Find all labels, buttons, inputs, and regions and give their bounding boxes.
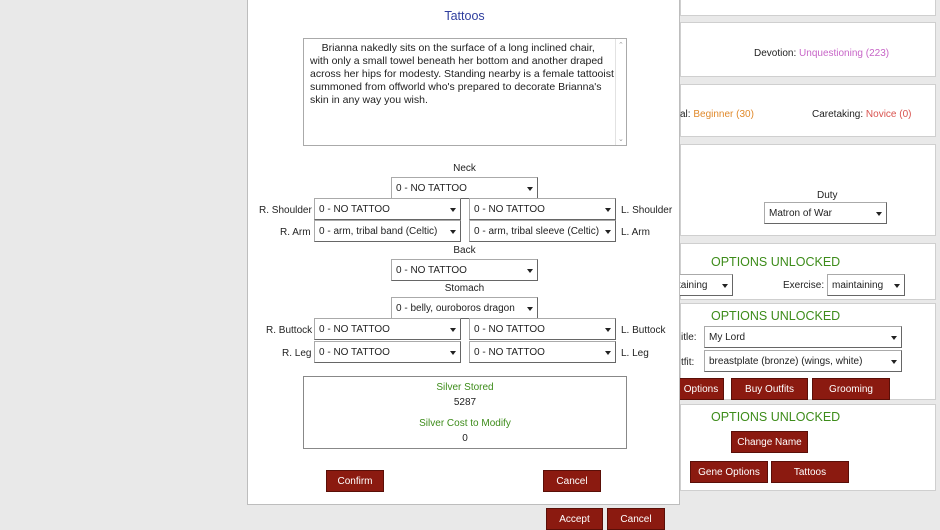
r-buttock-value: 0 - NO TATTOO [319, 323, 390, 335]
change-name-button[interactable]: Change Name [731, 431, 808, 453]
tattoos-modal: Tattoos Brianna nakedly sits on the surf… [247, 0, 680, 505]
chevron-down-icon [450, 208, 456, 212]
silver-cost-label: Silver Cost to Modify [419, 418, 511, 429]
l-shoulder-value: 0 - NO TATTOO [474, 203, 545, 215]
outfit-label: tfit: [681, 357, 695, 368]
neck-value: 0 - NO TATTOO [396, 182, 467, 194]
chevron-down-icon [450, 230, 456, 234]
stomach-label: Stomach [444, 283, 485, 294]
chevron-down-icon [527, 187, 533, 191]
chevron-down-icon [891, 360, 897, 364]
diet-select[interactable]: taining [673, 274, 733, 296]
devotion-value: Unquestioning (223) [799, 48, 890, 59]
neck-label: Neck [453, 163, 476, 174]
r-leg-value: 0 - NO TATTOO [319, 346, 390, 358]
description-text: Brianna nakedly sits on the surface of a… [310, 42, 617, 106]
l-leg-value: 0 - NO TATTOO [474, 346, 545, 358]
silver-stored-label: Silver Stored [436, 382, 494, 393]
scroll-up-icon[interactable]: ⌃ [618, 41, 624, 49]
chevron-down-icon [894, 284, 900, 288]
grooming-button[interactable]: Grooming [812, 378, 890, 400]
caretaking-label: Caretaking: [812, 109, 864, 120]
modal-title: Tattoos [444, 9, 485, 23]
l-leg-label: L. Leg [621, 348, 649, 359]
description-scrollbar[interactable]: ⌃ ⌄ [615, 39, 626, 145]
l-leg-select[interactable]: 0 - NO TATTOO [469, 341, 616, 363]
stomach-value: 0 - belly, ouroboros dragon [396, 302, 515, 314]
chevron-down-icon [527, 269, 533, 273]
back-select[interactable]: 0 - NO TATTOO [391, 259, 538, 281]
modal-cancel-button[interactable]: Cancel [543, 470, 601, 492]
devotion-panel: Devotion: Unquestioning (223) [680, 22, 936, 77]
stomach-select[interactable]: 0 - belly, ouroboros dragon [391, 297, 538, 319]
exercise-value: maintaining [832, 279, 884, 291]
skill-value: Beginner (30) [693, 109, 754, 120]
r-arm-label: R. Arm [280, 227, 311, 238]
chevron-down-icon [605, 230, 611, 234]
title-label: itle: [681, 332, 697, 343]
buy-outfits-button[interactable]: Buy Outfits [731, 378, 808, 400]
r-arm-select[interactable]: 0 - arm, tribal band (Celtic) [314, 220, 461, 242]
gene-options-button[interactable]: Gene Options [690, 461, 768, 483]
scroll-down-icon[interactable]: ⌄ [618, 135, 624, 143]
description-textarea[interactable]: Brianna nakedly sits on the surface of a… [303, 38, 627, 146]
duty-select[interactable]: Matron of War [764, 202, 887, 224]
l-buttock-label: L. Buttock [621, 325, 666, 336]
options-unlocked-heading-3: OPTIONS UNLOCKED [711, 410, 841, 424]
title-value: My Lord [709, 331, 746, 343]
neck-select[interactable]: 0 - NO TATTOO [391, 177, 538, 199]
chevron-down-icon [605, 351, 611, 355]
background-cancel-button[interactable]: Cancel [607, 508, 665, 530]
chevron-down-icon [722, 284, 728, 288]
r-shoulder-label: R. Shoulder [259, 205, 312, 216]
l-buttock-value: 0 - NO TATTOO [474, 323, 545, 335]
back-label: Back [453, 245, 476, 256]
duty-label: Duty [817, 190, 838, 201]
silver-cost-value: 0 [462, 433, 468, 444]
r-leg-label: R. Leg [282, 348, 312, 359]
back-value: 0 - NO TATTOO [396, 264, 467, 276]
chevron-down-icon [450, 351, 456, 355]
outfit-value: breastplate (bronze) (wings, white) [709, 355, 863, 367]
chevron-down-icon [605, 328, 611, 332]
title-select[interactable]: My Lord [704, 326, 902, 348]
top-strip-panel [680, 0, 936, 16]
silver-box: Silver Stored 5287 Silver Cost to Modify… [303, 376, 627, 449]
chevron-down-icon [450, 328, 456, 332]
l-arm-value: 0 - arm, tribal sleeve (Celtic) [474, 225, 600, 237]
chevron-down-icon [605, 208, 611, 212]
r-leg-select[interactable]: 0 - NO TATTOO [314, 341, 461, 363]
caretaking-value: Novice (0) [865, 109, 912, 120]
exercise-select[interactable]: maintaining [827, 274, 905, 296]
options-unlocked-heading-1: OPTIONS UNLOCKED [711, 255, 841, 269]
skills-panel: al: Beginner (30) Caretaking: Novice (0) [680, 84, 936, 137]
r-shoulder-select[interactable]: 0 - NO TATTOO [314, 198, 461, 220]
outfit-select[interactable]: breastplate (bronze) (wings, white) [704, 350, 902, 372]
r-arm-value: 0 - arm, tribal band (Celtic) [319, 225, 438, 237]
exercise-label: Exercise: [783, 280, 825, 291]
confirm-button[interactable]: Confirm [326, 470, 384, 492]
l-arm-select[interactable]: 0 - arm, tribal sleeve (Celtic) [469, 220, 616, 242]
accept-button[interactable]: Accept [546, 508, 603, 530]
r-buttock-select[interactable]: 0 - NO TATTOO [314, 318, 461, 340]
diet-value: taining [678, 279, 708, 291]
l-shoulder-label: L. Shoulder [621, 205, 673, 216]
skill-label: al: [680, 109, 691, 120]
chevron-down-icon [876, 212, 882, 216]
l-arm-label: L. Arm [621, 227, 650, 238]
options-unlocked-heading-2: OPTIONS UNLOCKED [711, 309, 841, 323]
r-buttock-label: R. Buttock [266, 325, 313, 336]
chevron-down-icon [891, 336, 897, 340]
silver-stored-value: 5287 [453, 397, 477, 408]
tattoos-button[interactable]: Tattoos [771, 461, 849, 483]
r-shoulder-value: 0 - NO TATTOO [319, 203, 390, 215]
l-shoulder-select[interactable]: 0 - NO TATTOO [469, 198, 616, 220]
duty-value: Matron of War [769, 207, 832, 219]
devotion-label: Devotion: [754, 48, 797, 59]
options-button[interactable]: Options [678, 378, 724, 400]
chevron-down-icon [527, 307, 533, 311]
l-buttock-select[interactable]: 0 - NO TATTOO [469, 318, 616, 340]
